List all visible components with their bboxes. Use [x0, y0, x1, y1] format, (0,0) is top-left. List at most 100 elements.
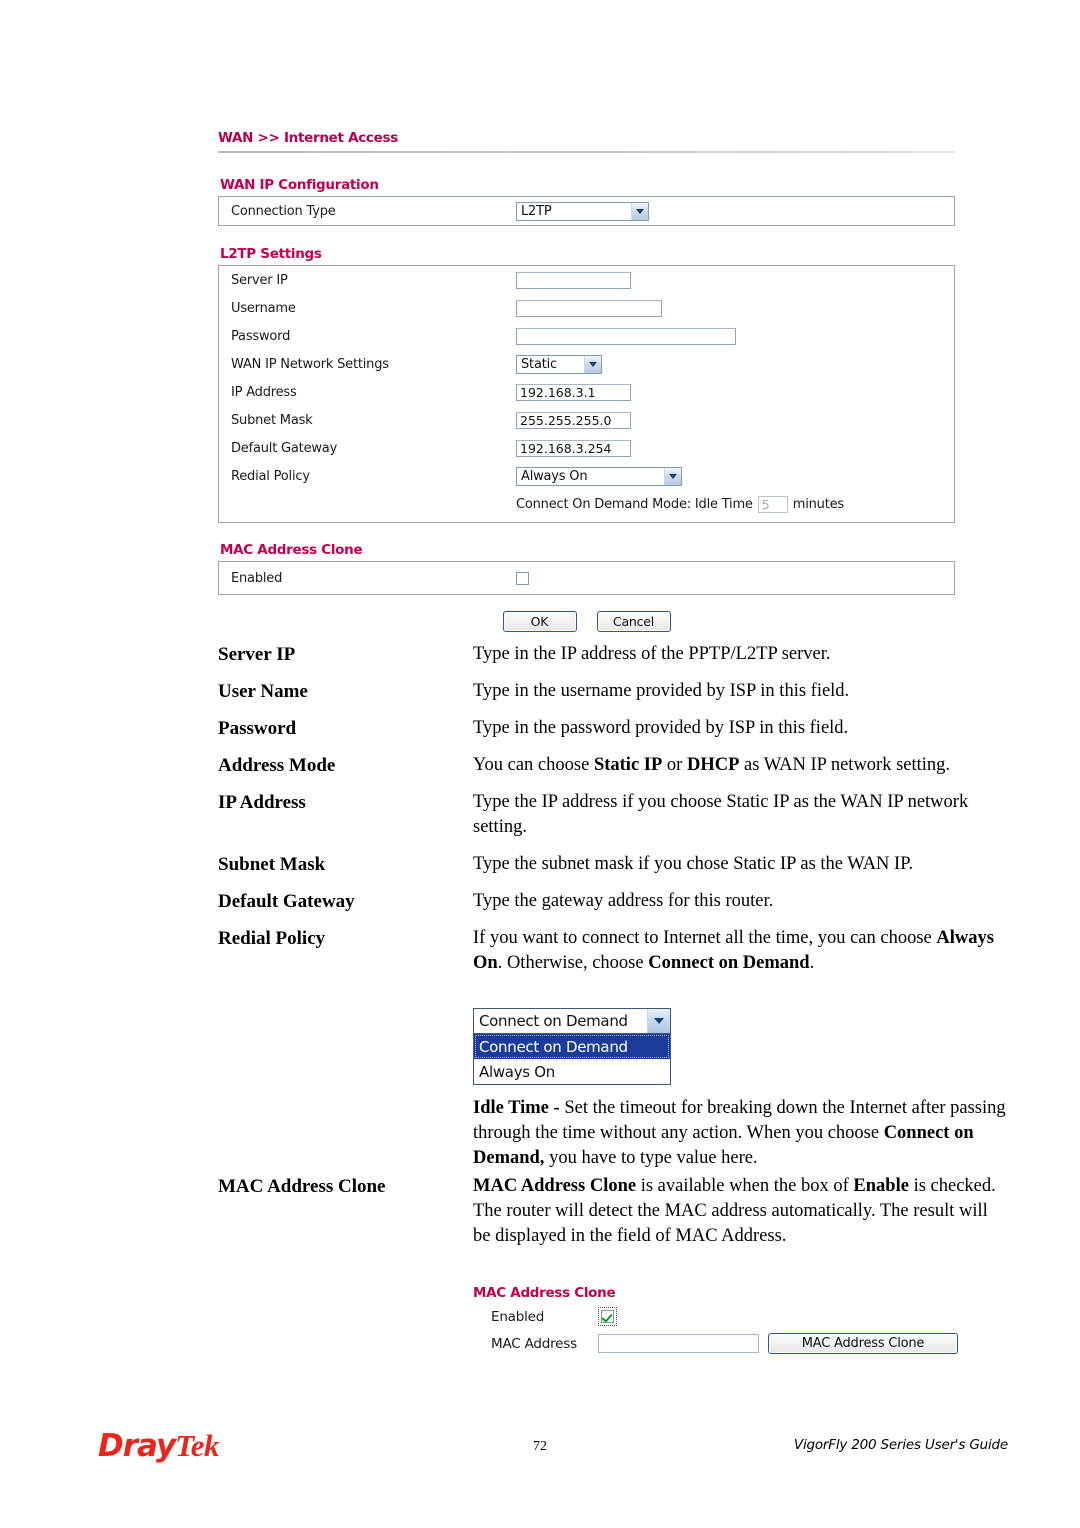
mac-address-input[interactable] [598, 1334, 759, 1353]
mac-address-clone-illustration: MAC Address Clone Enabled MAC Address MA… [473, 1285, 973, 1361]
mac-clone-illustration-enabled-row: Enabled [473, 1307, 973, 1326]
definition-term: Address Mode [218, 755, 336, 776]
mac-clone-enabled-row: Enabled [219, 562, 954, 594]
redial-policy-dropdown-illustration: Connect on Demand Connect on Demand Alway… [473, 1008, 671, 1085]
body-text: Type the IP address if you choose Static… [473, 792, 969, 837]
chevron-down-icon [664, 467, 681, 485]
definition-term: Default Gateway [218, 891, 355, 912]
dropdown-option[interactable]: Connect on Demand [474, 1034, 670, 1059]
emphasis-text: Idle Time - [473, 1098, 560, 1118]
body-text: If you want to connect to Internet all t… [473, 928, 937, 948]
mac-clone-enabled-checkbox[interactable] [516, 571, 529, 585]
emphasis-text: Static IP [593, 755, 663, 775]
chevron-down-icon [631, 202, 648, 220]
page-footer: DrayTek 72 VigorFly 200 Series User's Gu… [0, 1424, 1080, 1484]
body-text: you have to type value here. [544, 1148, 758, 1168]
emphasis-text: Enable [853, 1176, 909, 1196]
dropdown-closed-field[interactable]: Connect on Demand [473, 1008, 671, 1034]
ip-address-label: IP Address [231, 384, 297, 400]
subnet-mask-row: Subnet Mask 255.255.255.0 [219, 406, 954, 434]
idle-time-input[interactable]: 5 [757, 495, 788, 513]
definition-description: Type the subnet mask if you chose Static… [473, 852, 1008, 877]
dropdown-option-list: Connect on Demand Always On [473, 1034, 671, 1085]
mac-clone-illustration-enabled-checkbox[interactable] [601, 1310, 614, 1323]
wan-ip-network-settings-label: WAN IP Network Settings [231, 356, 389, 372]
mac-clone-enabled-label: Enabled [231, 570, 283, 586]
body-text: Type in the password provided by ISP in … [473, 718, 849, 738]
definition-row: Redial Policy If you want to connect to I… [218, 926, 1008, 976]
wan-ip-configuration-title: WAN IP Configuration [220, 177, 379, 193]
mac-address-clone-panel: Enabled [218, 561, 955, 595]
redial-policy-value: Always On [521, 468, 588, 484]
mac-definition-row: MAC Address Clone MAC Address Clone is a… [218, 1174, 1008, 1249]
ok-button[interactable]: OK [502, 611, 577, 632]
username-row: Username [219, 294, 954, 322]
connection-type-value: L2TP [521, 203, 552, 219]
mac-clone-illustration-checkbox-focus [598, 1307, 617, 1326]
default-gateway-input[interactable]: 192.168.3.254 [516, 439, 631, 457]
server-ip-row: Server IP [219, 266, 954, 294]
definition-description: Type in the username provided by ISP in … [473, 679, 1008, 704]
body-text: . Otherwise, choose [497, 953, 649, 973]
idle-time-note-text: Idle Time - Set the timeout for breaking… [473, 1096, 1008, 1171]
definition-rows-host: Server IP Type in the IP address of the P… [218, 642, 1008, 976]
default-gateway-label: Default Gateway [231, 440, 338, 456]
redial-policy-row: Redial Policy Always On [219, 462, 954, 490]
username-input[interactable] [516, 299, 662, 317]
connection-type-label: Connection Type [231, 203, 336, 219]
definition-row: Password Type in the password provided by… [218, 716, 1008, 741]
body-text: Type the gateway address for this router… [473, 891, 774, 911]
definition-row: IP Address Type the IP address if you cho… [218, 790, 1008, 840]
body-text: . [809, 953, 815, 973]
definition-description: Type in the IP address of the PPTP/L2TP … [473, 642, 1008, 667]
body-text: as WAN IP network setting. [739, 755, 951, 775]
body-text: or [662, 755, 687, 775]
definition-description: If you want to connect to Internet all t… [473, 926, 1008, 976]
password-label: Password [231, 328, 291, 344]
username-label: Username [231, 300, 296, 316]
password-input[interactable] [516, 327, 736, 345]
mac-address-label: MAC Address [491, 1335, 577, 1352]
server-ip-input[interactable] [516, 271, 631, 289]
wan-ip-network-settings-select[interactable]: Static [516, 354, 602, 374]
settings-description-list: Server IP Type in the IP address of the P… [218, 642, 1008, 988]
server-ip-label: Server IP [231, 272, 288, 288]
definition-description: You can choose Static IP or DHCP as WAN … [473, 753, 1008, 778]
redial-policy-select[interactable]: Always On [516, 466, 682, 486]
subnet-mask-label: Subnet Mask [231, 412, 313, 428]
definition-row: Default Gateway Type the gateway address … [218, 889, 1008, 914]
connect-on-demand-mode-group: Connect On Demand Mode: Idle Time 5 minu… [516, 495, 844, 513]
connection-type-select[interactable]: L2TP [516, 201, 649, 221]
l2tp-settings-panel: Server IP Username Password WAN IP Netwo… [218, 265, 955, 523]
definition-term: Redial Policy [218, 928, 326, 949]
definition-description: Type in the password provided by ISP in … [473, 716, 1008, 741]
wan-ip-network-settings-value: Static [521, 356, 557, 372]
emphasis-text: MAC Address Clone [473, 1176, 637, 1196]
dropdown-option[interactable]: Always On [474, 1059, 670, 1084]
dropdown-selected-value: Connect on Demand [479, 1012, 628, 1030]
body-text: Type in the username provided by ISP in … [473, 681, 850, 701]
redial-policy-label: Redial Policy [231, 468, 310, 484]
mac-definition-text: MAC Address Clone is available when the … [473, 1174, 1008, 1249]
form-action-buttons: OK Cancel [218, 611, 955, 632]
default-gateway-row: Default Gateway 192.168.3.254 [219, 434, 954, 462]
body-text: Type the subnet mask if you chose Static… [473, 854, 914, 874]
definition-description: Type the IP address if you choose Static… [473, 790, 1008, 840]
ip-address-input[interactable]: 192.168.3.1 [516, 383, 631, 401]
idle-time-unit-label: minutes [792, 496, 844, 512]
idle-time-prefix-label: Connect On Demand Mode: Idle Time [516, 496, 753, 512]
cancel-button[interactable]: Cancel [596, 611, 671, 632]
emphasis-text: DHCP [686, 755, 740, 775]
subnet-mask-input[interactable]: 255.255.255.0 [516, 411, 631, 429]
mac-address-clone-title: MAC Address Clone [220, 542, 363, 558]
definition-term: User Name [218, 681, 308, 702]
definition-term: Password [218, 718, 297, 739]
chevron-down-icon [647, 1009, 670, 1033]
definition-term: Server IP [218, 644, 296, 665]
mac-address-clone-button[interactable]: MAC Address Clone [768, 1333, 958, 1354]
definition-description: Type the gateway address for this router… [473, 889, 1008, 914]
router-webui-screenshot: WAN >> Internet Access WAN IP Configurat… [218, 130, 955, 632]
body-text: is available when the box of [636, 1176, 854, 1196]
definition-row: Address Mode You can choose Static IP or … [218, 753, 1008, 778]
definition-term: IP Address [218, 792, 306, 813]
